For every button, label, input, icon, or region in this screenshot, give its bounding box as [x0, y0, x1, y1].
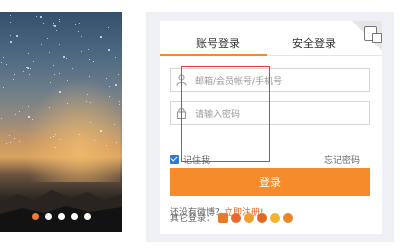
star	[81, 35, 83, 37]
social-login-icon-6[interactable]	[283, 212, 294, 223]
tab-secure-login[interactable]: 安全登录	[292, 35, 336, 51]
forgot-password-link[interactable]: 忘记密码	[324, 153, 360, 166]
star	[39, 15, 42, 18]
star	[89, 101, 91, 103]
star	[114, 57, 116, 59]
milky-way-glow	[20, 72, 120, 182]
star	[74, 24, 76, 26]
star	[6, 63, 8, 65]
star	[0, 62, 2, 64]
star	[14, 137, 16, 139]
star	[16, 35, 19, 38]
star	[58, 90, 61, 93]
star	[88, 75, 90, 77]
social-login-icon-3[interactable]	[244, 212, 255, 223]
qr-switch-icon[interactable]	[364, 26, 382, 43]
carousel-dot-4[interactable]	[70, 213, 78, 220]
star	[27, 53, 29, 55]
star	[10, 41, 13, 44]
star	[59, 44, 61, 46]
star	[22, 70, 24, 72]
star	[108, 95, 110, 97]
star	[26, 66, 29, 69]
social-login-icon-5[interactable]	[270, 212, 281, 223]
star	[9, 135, 11, 137]
star	[78, 22, 80, 24]
login-tabs: 账号登录 安全登录	[160, 21, 382, 56]
carousel-dot-3[interactable]	[57, 213, 65, 220]
star	[41, 44, 43, 46]
star	[14, 74, 16, 76]
star	[9, 14, 11, 16]
star	[49, 81, 51, 83]
active-tab-underline	[160, 54, 267, 56]
annotation-highlight-box	[181, 66, 270, 162]
star	[43, 22, 45, 24]
social-login-icon-4[interactable]	[257, 212, 268, 223]
star	[15, 113, 17, 115]
star	[88, 59, 90, 61]
login-button[interactable]: 登录	[170, 168, 370, 196]
login-page: 账号登录 安全登录 邮箱/会员帐号/手机号 请输入密码 记住我 忘记密码 登录 …	[0, 0, 400, 250]
tab-account-login[interactable]: 账号登录	[196, 35, 240, 51]
star	[80, 51, 82, 53]
star	[1, 117, 2, 119]
star	[46, 37, 48, 39]
carousel-dot-2[interactable]	[44, 213, 52, 220]
login-button-label: 登录	[259, 176, 281, 189]
star	[13, 78, 15, 80]
other-login-label: 其它登录：	[170, 214, 216, 224]
star	[19, 140, 21, 142]
star	[52, 64, 54, 66]
star	[107, 49, 110, 52]
star	[2, 57, 4, 59]
star	[56, 29, 58, 31]
star	[88, 49, 90, 51]
star	[99, 130, 102, 133]
star	[10, 34, 12, 36]
star	[78, 31, 80, 33]
star	[92, 61, 94, 63]
other-login-row: 其它登录：	[170, 211, 294, 224]
star	[30, 68, 32, 70]
star	[3, 87, 5, 89]
carousel-indicators	[0, 213, 122, 220]
carousel-dot-1[interactable]	[31, 213, 39, 220]
star	[36, 16, 38, 18]
star	[118, 100, 120, 102]
star	[108, 26, 110, 28]
star	[52, 22, 54, 24]
star	[27, 115, 29, 117]
star	[49, 51, 51, 53]
mountain-silhouette	[0, 190, 122, 232]
star	[33, 61, 35, 63]
star	[9, 21, 11, 23]
star	[59, 138, 61, 140]
star	[58, 20, 60, 22]
star	[90, 121, 92, 123]
star	[6, 143, 7, 145]
star	[65, 58, 67, 60]
star	[54, 24, 57, 27]
star	[54, 134, 56, 136]
star	[99, 36, 101, 38]
image-carousel[interactable]	[0, 12, 122, 232]
star	[52, 24, 54, 26]
star	[72, 68, 74, 70]
social-login-icon-1[interactable]	[218, 212, 229, 223]
star	[18, 110, 20, 112]
star	[106, 77, 108, 79]
star	[54, 73, 56, 75]
star	[108, 85, 110, 87]
social-login-icon-2[interactable]	[231, 212, 242, 223]
star	[9, 141, 11, 143]
checkbox-checked-icon[interactable]	[170, 155, 179, 164]
carousel-dot-5[interactable]	[83, 213, 91, 220]
